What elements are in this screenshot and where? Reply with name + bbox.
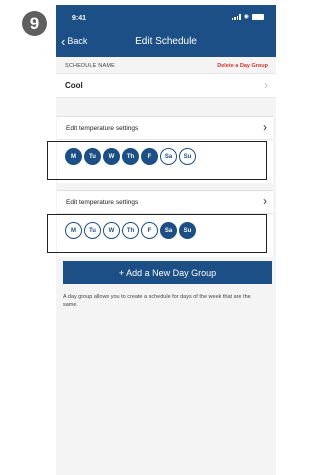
- signal-icon: [231, 14, 241, 20]
- chevron-right-icon: ›: [264, 78, 268, 92]
- day-toggle-su[interactable]: Su: [179, 148, 196, 165]
- status-time: 9:41: [72, 15, 87, 22]
- battery-icon: [252, 14, 264, 20]
- day-toggle-su[interactable]: Su: [179, 222, 196, 239]
- back-label: Back: [67, 36, 88, 46]
- edit-temperature-settings-label: Edit temperature settings: [66, 125, 139, 132]
- schedule-name-section: SCHEDULE NAME Delete a Day Group: [56, 57, 276, 73]
- schedule-name-value: Cool: [65, 81, 83, 90]
- divider: [57, 213, 273, 214]
- app-header: 9:41 ◉ ‹ Back Edit Schedule: [56, 5, 276, 57]
- day-toggle-th[interactable]: Th: [122, 148, 139, 165]
- day-toggle-f[interactable]: F: [141, 222, 158, 239]
- edit-temperature-settings-label: Edit temperature settings: [66, 199, 139, 206]
- day-toggle-sa[interactable]: Sa: [160, 148, 177, 165]
- phone-screen: 9:41 ◉ ‹ Back Edit Schedule SCHEDULE NAM…: [56, 5, 276, 475]
- back-button[interactable]: ‹ Back: [61, 33, 88, 49]
- status-icons: ◉: [231, 14, 264, 20]
- day-toggle-w[interactable]: W: [103, 222, 120, 239]
- delete-day-group-link[interactable]: Delete a Day Group: [217, 63, 268, 69]
- add-day-group-button[interactable]: + Add a New Day Group: [63, 261, 272, 284]
- chevron-left-icon: ‹: [61, 33, 66, 49]
- schedule-name-label: SCHEDULE NAME: [65, 63, 115, 69]
- day-selector: M Tu W Th F Sa Su: [65, 148, 196, 165]
- day-toggle-th[interactable]: Th: [122, 222, 139, 239]
- wifi-icon: ◉: [243, 14, 249, 20]
- chevron-right-icon[interactable]: ›: [263, 194, 267, 208]
- page-title: Edit Schedule: [135, 36, 197, 47]
- help-text: A day group allows you to create a sched…: [63, 294, 251, 308]
- day-group-card: Edit temperature settings › M Tu W Th F Sa Su: [57, 116, 273, 183]
- chevron-right-icon[interactable]: ›: [263, 120, 267, 134]
- day-toggle-f[interactable]: F: [141, 148, 158, 165]
- day-toggle-m[interactable]: M: [65, 222, 82, 239]
- day-toggle-tu[interactable]: Tu: [84, 222, 101, 239]
- day-toggle-m[interactable]: M: [65, 148, 82, 165]
- day-group-card: Edit temperature settings › M Tu W Th F Sa Su: [57, 190, 273, 257]
- divider: [57, 139, 273, 140]
- day-toggle-sa[interactable]: Sa: [160, 222, 177, 239]
- day-toggle-tu[interactable]: Tu: [84, 148, 101, 165]
- day-toggle-w[interactable]: W: [103, 148, 120, 165]
- schedule-name-row[interactable]: Cool ›: [56, 73, 276, 98]
- day-selector: M Tu W Th F Sa Su: [65, 222, 196, 239]
- step-number-badge: 9: [22, 11, 47, 36]
